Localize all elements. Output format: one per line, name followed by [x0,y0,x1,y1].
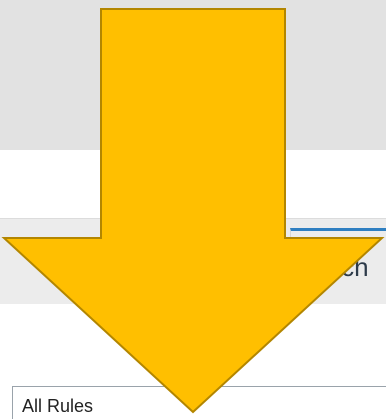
search-tab-label: arch [318,252,369,282]
spacer [0,150,386,218]
content-area [0,304,386,386]
top-banner [0,0,386,150]
rules-filter-selected-value: All Rules [22,396,94,416]
